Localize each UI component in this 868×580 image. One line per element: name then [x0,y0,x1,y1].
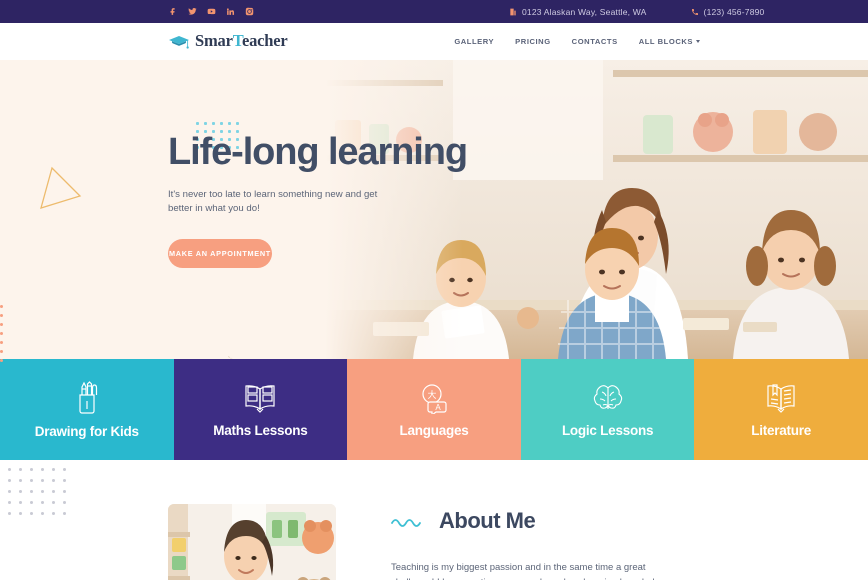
youtube-icon[interactable] [206,7,216,17]
triangle-decoration [36,164,84,217]
make-appointment-button[interactable]: MAKE AN APPOINTMENT [168,239,272,269]
pencil-cup-icon [79,380,97,414]
hero-section: Life-long learning It's never too late t… [0,60,868,359]
tile-maths-lessons[interactable]: Maths Lessons [173,359,348,460]
hero-subtitle: It's never too late to learn something n… [168,188,378,215]
twitter-icon[interactable] [187,7,197,17]
speech-bubble-language-icon: 大 A [422,383,447,414]
tile-drawing-for-kids[interactable]: Drawing for Kids [0,359,174,460]
top-bar: 0123 Alaskan Way, Seattle, WA (123) 456-… [0,0,868,23]
logo-accent: T [232,31,243,51]
nav-label-all-blocks: ALL BLOCKS [638,37,693,46]
nav-label-pricing: PRICING [515,37,551,46]
main-nav: GALLERY PRICING CONTACTS ALL BLOCKS [454,37,700,46]
logo-text: SmarTeacher [195,33,288,50]
graduation-cap-icon [169,35,189,49]
address-block: 0123 Alaskan Way, Seattle, WA [509,7,647,17]
phone-text: (123) 456-7890 [703,6,765,17]
about-text: Teaching is my biggest passion and in th… [391,562,668,580]
tile-label-logic-lessons: Logic Lessons [561,422,654,438]
nav-item-contacts[interactable]: CONTACTS [572,37,618,46]
building-icon [510,8,516,15]
phone-block[interactable]: (123) 456-7890 [691,7,765,17]
hero-title: Life-long learning [168,130,468,173]
tile-literature[interactable]: Literature [694,359,868,460]
svg-text:大: 大 [427,389,436,401]
nav-item-gallery[interactable]: GALLERY [454,37,494,46]
phone-icon [691,8,698,15]
site-header: SmarTeacher GALLERY PRICING CONTACTS ALL… [0,23,868,60]
nav-item-pricing[interactable]: PRICING [515,37,551,46]
linkedin-icon[interactable] [225,7,235,17]
about-title: About Me [439,508,536,533]
nav-item-all-blocks[interactable]: ALL BLOCKS [639,37,700,46]
tile-languages[interactable]: 大 A Languages [347,359,521,460]
logo-part1: Smar [195,31,233,51]
tile-label-literature: Literature [751,422,812,438]
tile-label-languages: Languages [399,422,469,438]
hero-content: Life-long learning It's never too late t… [168,60,508,359]
tile-label-drawing-for-kids: Drawing for Kids [34,423,139,439]
open-book-math-icon [245,384,275,413]
facebook-icon[interactable] [168,7,178,17]
logo-part2: eacher [242,31,288,51]
nav-label-contacts: CONTACTS [571,37,618,46]
nav-label-gallery: GALLERY [454,37,495,46]
left-edge-dots-decoration [0,305,3,362]
brain-icon [593,384,622,409]
address-text: 0123 Alaskan Way, Seattle, WA [522,6,647,17]
book-icon [767,383,795,413]
services-tiles: Drawing for Kids Maths Lessons 大 A Langu… [0,359,868,460]
about-photo [168,504,336,580]
svg-text:A: A [435,403,441,412]
about-section: About Me Teaching is my biggest passion … [0,460,868,580]
chevron-down-icon [696,40,700,43]
dot-grid-decoration-gray [8,468,66,515]
instagram-icon[interactable] [244,7,254,17]
squiggle-decoration [391,518,421,527]
tile-label-maths-lessons: Maths Lessons [213,422,308,438]
logo[interactable]: SmarTeacher [168,33,288,50]
social-links [168,7,254,17]
tile-logic-lessons[interactable]: Logic Lessons [520,359,695,460]
